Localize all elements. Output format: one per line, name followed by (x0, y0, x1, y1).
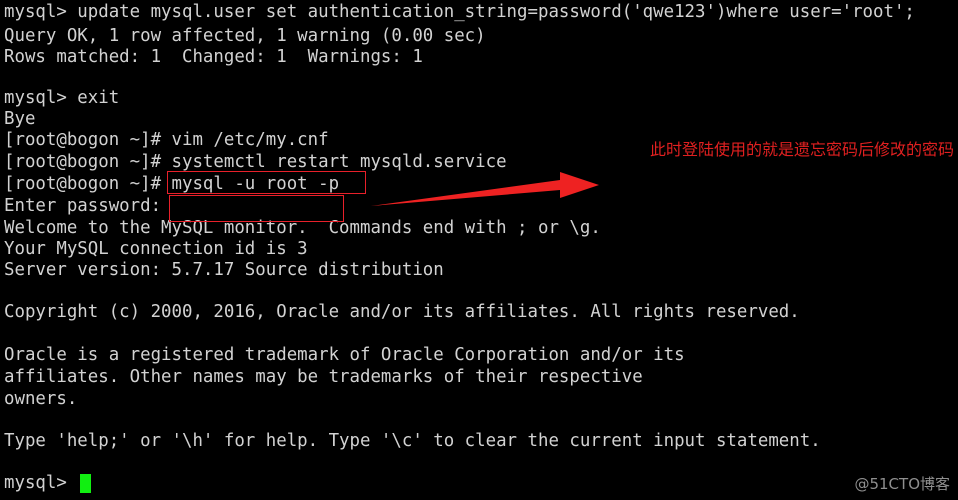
terminal-screenshot: mysql> update mysql.user set authenticat… (0, 0, 958, 500)
terminal-output[interactable]: mysql> update mysql.user set authenticat… (0, 0, 958, 500)
terminal-line-password-prompt: Enter password: (4, 196, 162, 216)
terminal-line: Type 'help;' or '\h' for help. Type '\c'… (4, 431, 821, 451)
terminal-line: [root@bogon ~]# mysql -u root -p (4, 174, 340, 194)
terminal-line: affiliates. Other names may be trademark… (4, 367, 643, 387)
watermark-label: @51CTO博客 (854, 475, 950, 493)
terminal-line: mysql> update mysql.user set authenticat… (4, 2, 915, 22)
terminal-line: [root@bogon ~]# systemctl restart mysqld… (4, 152, 507, 172)
terminal-line: [root@bogon ~]# vim /etc/my.cnf (4, 130, 329, 150)
terminal-cursor (80, 474, 91, 493)
terminal-line: Server version: 5.7.17 Source distributi… (4, 260, 444, 280)
terminal-line: Copyright (c) 2000, 2016, Oracle and/or … (4, 302, 800, 322)
terminal-line: owners. (4, 389, 78, 409)
terminal-line: Oracle is a registered trademark of Orac… (4, 345, 685, 365)
terminal-prompt-active: mysql> (4, 473, 67, 493)
terminal-line: Rows matched: 1 Changed: 1 Warnings: 1 (4, 47, 423, 67)
